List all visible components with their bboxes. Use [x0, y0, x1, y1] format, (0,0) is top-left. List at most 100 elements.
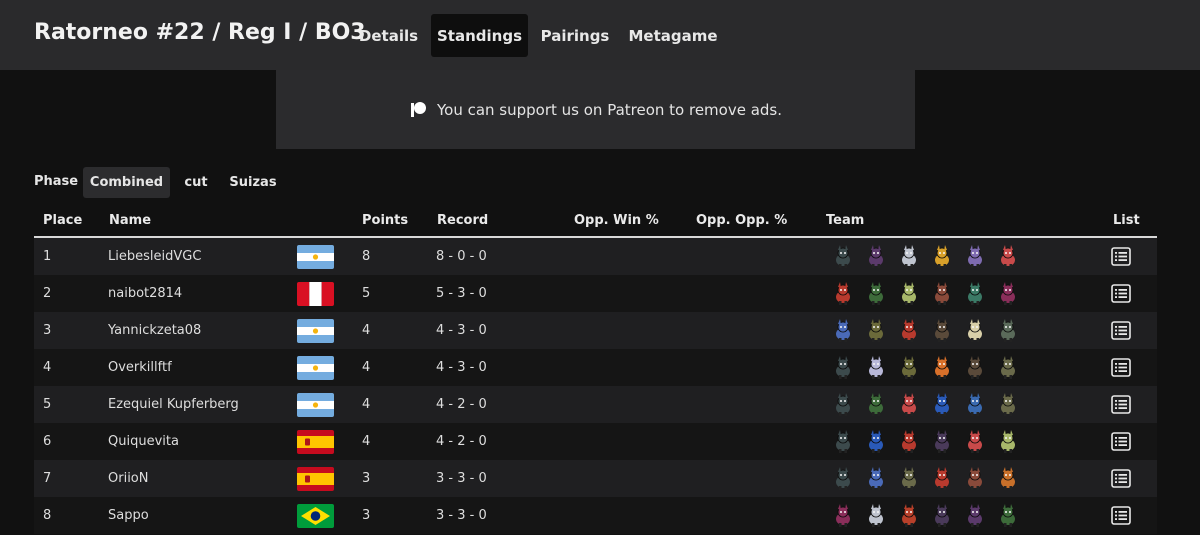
tournament-title[interactable]: Ratorneo #22 / Reg I / BO3	[34, 20, 366, 45]
record-cell: 4 - 2 - 0	[436, 434, 487, 449]
tab-metagame[interactable]: Metagame	[622, 14, 724, 57]
list-icon[interactable]	[1111, 469, 1131, 488]
player-name[interactable]: Ezequiel Kupferberg	[108, 386, 239, 423]
brown-red-sprite[interactable]	[958, 464, 991, 493]
rillaboom-like-sprite[interactable]	[859, 390, 892, 419]
column-header-record[interactable]: Record	[437, 213, 488, 228]
table-row[interactable]: 3 Yannickzeta08 4 4 - 3 - 0	[34, 312, 1157, 349]
amoonguss-like-sprite[interactable]	[991, 242, 1024, 271]
team-sprites	[826, 501, 1024, 530]
player-name[interactable]: naibot2814	[108, 275, 182, 312]
blue-white-sprite[interactable]	[826, 316, 859, 345]
incineroar-like-sprite[interactable]	[826, 279, 859, 308]
phase-combined-button[interactable]: Combined	[83, 167, 170, 198]
rillaboom-like-sprite[interactable]	[859, 279, 892, 308]
dark-bat-sprite[interactable]	[925, 427, 958, 456]
team-sprites	[826, 464, 1024, 493]
table-row[interactable]: 1 LiebesleidVGC 8 8 - 0 - 0	[34, 238, 1157, 275]
blue-white-sprite[interactable]	[859, 464, 892, 493]
player-name[interactable]: Yannickzeta08	[108, 312, 201, 349]
list-icon[interactable]	[1111, 284, 1131, 303]
player-name[interactable]: Overkillftf	[108, 349, 172, 386]
olive-dark-sprite[interactable]	[892, 353, 925, 382]
purple-yellow-sprite[interactable]	[958, 242, 991, 271]
list-icon[interactable]	[1111, 432, 1131, 451]
incineroar-like-sprite[interactable]	[892, 427, 925, 456]
grey-yellow-sprite[interactable]	[991, 390, 1024, 419]
dark-purple-sprite[interactable]	[958, 501, 991, 530]
dark-purple-sprite[interactable]	[859, 242, 892, 271]
spain-flag-icon	[297, 430, 334, 454]
kyogre-like-sprite[interactable]	[859, 427, 892, 456]
table-row[interactable]: 4 Overkillftf 4 4 - 3 - 0	[34, 349, 1157, 386]
list-icon[interactable]	[1111, 358, 1131, 377]
column-header-name[interactable]: Name	[109, 213, 151, 228]
tab-standings[interactable]: Standings	[431, 14, 528, 57]
column-header-opp-opp[interactable]: Opp. Opp. %	[696, 213, 787, 228]
zamazenta-like-sprite[interactable]	[826, 427, 859, 456]
spain-flag-icon	[297, 467, 334, 491]
ursaluna-like-sprite[interactable]	[958, 353, 991, 382]
amoonguss-like-sprite[interactable]	[892, 390, 925, 419]
white-grey-sprite[interactable]	[892, 242, 925, 271]
player-name[interactable]: LiebesleidVGC	[108, 238, 201, 275]
kyogre-like-sprite[interactable]	[925, 390, 958, 419]
olive-dark-sprite[interactable]	[859, 316, 892, 345]
incineroar-like-sprite[interactable]	[892, 316, 925, 345]
zamazenta-like-sprite[interactable]	[826, 464, 859, 493]
table-row[interactable]: 8 Sappo 3 3 - 3 - 0	[34, 497, 1157, 534]
peru-flag-icon	[297, 282, 334, 306]
place-cell: 5	[43, 397, 52, 412]
team-sprites	[826, 353, 1024, 382]
player-name[interactable]: Sappo	[108, 497, 149, 534]
list-icon[interactable]	[1111, 321, 1131, 340]
column-header-points[interactable]: Points	[362, 213, 408, 228]
tab-details[interactable]: Details	[350, 14, 427, 57]
incineroar-like-sprite[interactable]	[925, 464, 958, 493]
yellow-sprite[interactable]	[925, 242, 958, 271]
table-row[interactable]: 5 Ezequiel Kupferberg 4 4 - 2 - 0	[34, 386, 1157, 423]
amoonguss-like-sprite[interactable]	[958, 427, 991, 456]
column-header-opp-win[interactable]: Opp. Win %	[574, 213, 659, 228]
zamazenta-like-sprite[interactable]	[826, 390, 859, 419]
patreon-ad-banner[interactable]: You can support us on Patreon to remove …	[276, 70, 915, 149]
phase-cut-button[interactable]: cut	[178, 167, 214, 198]
player-name[interactable]: OriioN	[108, 460, 148, 497]
dark-bat-sprite[interactable]	[925, 501, 958, 530]
orange-sprite[interactable]	[925, 353, 958, 382]
argentina-flag-icon	[297, 356, 334, 380]
grey-yellow-sprite[interactable]	[892, 464, 925, 493]
zamazenta-like-sprite[interactable]	[826, 242, 859, 271]
table-row[interactable]: 6 Quiquevita 4 4 - 2 - 0	[34, 423, 1157, 460]
list-icon[interactable]	[1111, 506, 1131, 525]
grey-yellow-sprite[interactable]	[991, 353, 1024, 382]
white-purple-sprite[interactable]	[859, 353, 892, 382]
rillaboom-like-sprite[interactable]	[991, 501, 1024, 530]
zamazenta-like-sprite[interactable]	[826, 353, 859, 382]
blue-winged-sprite[interactable]	[958, 390, 991, 419]
phase-suizas-button[interactable]: Suizas	[226, 167, 280, 198]
list-icon[interactable]	[1111, 247, 1131, 266]
table-row[interactable]: 7 OriioN 3 3 - 3 - 0	[34, 460, 1157, 497]
ursaluna-like-sprite[interactable]	[925, 316, 958, 345]
tab-pairings[interactable]: Pairings	[532, 14, 618, 57]
column-header-place[interactable]: Place	[43, 213, 82, 228]
table-row[interactable]: 2 naibot2814 5 5 - 3 - 0	[34, 275, 1157, 312]
pale-green-sprite[interactable]	[892, 279, 925, 308]
points-cell: 3	[362, 508, 371, 523]
record-cell: 4 - 3 - 0	[436, 360, 487, 375]
white-grey-sprite[interactable]	[859, 501, 892, 530]
record-cell: 4 - 2 - 0	[436, 397, 487, 412]
magenta-dark-sprite[interactable]	[826, 501, 859, 530]
list-icon[interactable]	[1111, 395, 1131, 414]
brown-red-sprite[interactable]	[925, 279, 958, 308]
orange-deer-sprite[interactable]	[991, 464, 1024, 493]
teal-green-sprite[interactable]	[958, 279, 991, 308]
pale-green-sprite[interactable]	[991, 427, 1024, 456]
magenta-dark-sprite[interactable]	[991, 279, 1024, 308]
red-bird-sprite[interactable]	[892, 501, 925, 530]
points-cell: 4	[362, 323, 371, 338]
grey-green-sprite[interactable]	[991, 316, 1024, 345]
player-name[interactable]: Quiquevita	[108, 423, 179, 460]
cream-sprite[interactable]	[958, 316, 991, 345]
